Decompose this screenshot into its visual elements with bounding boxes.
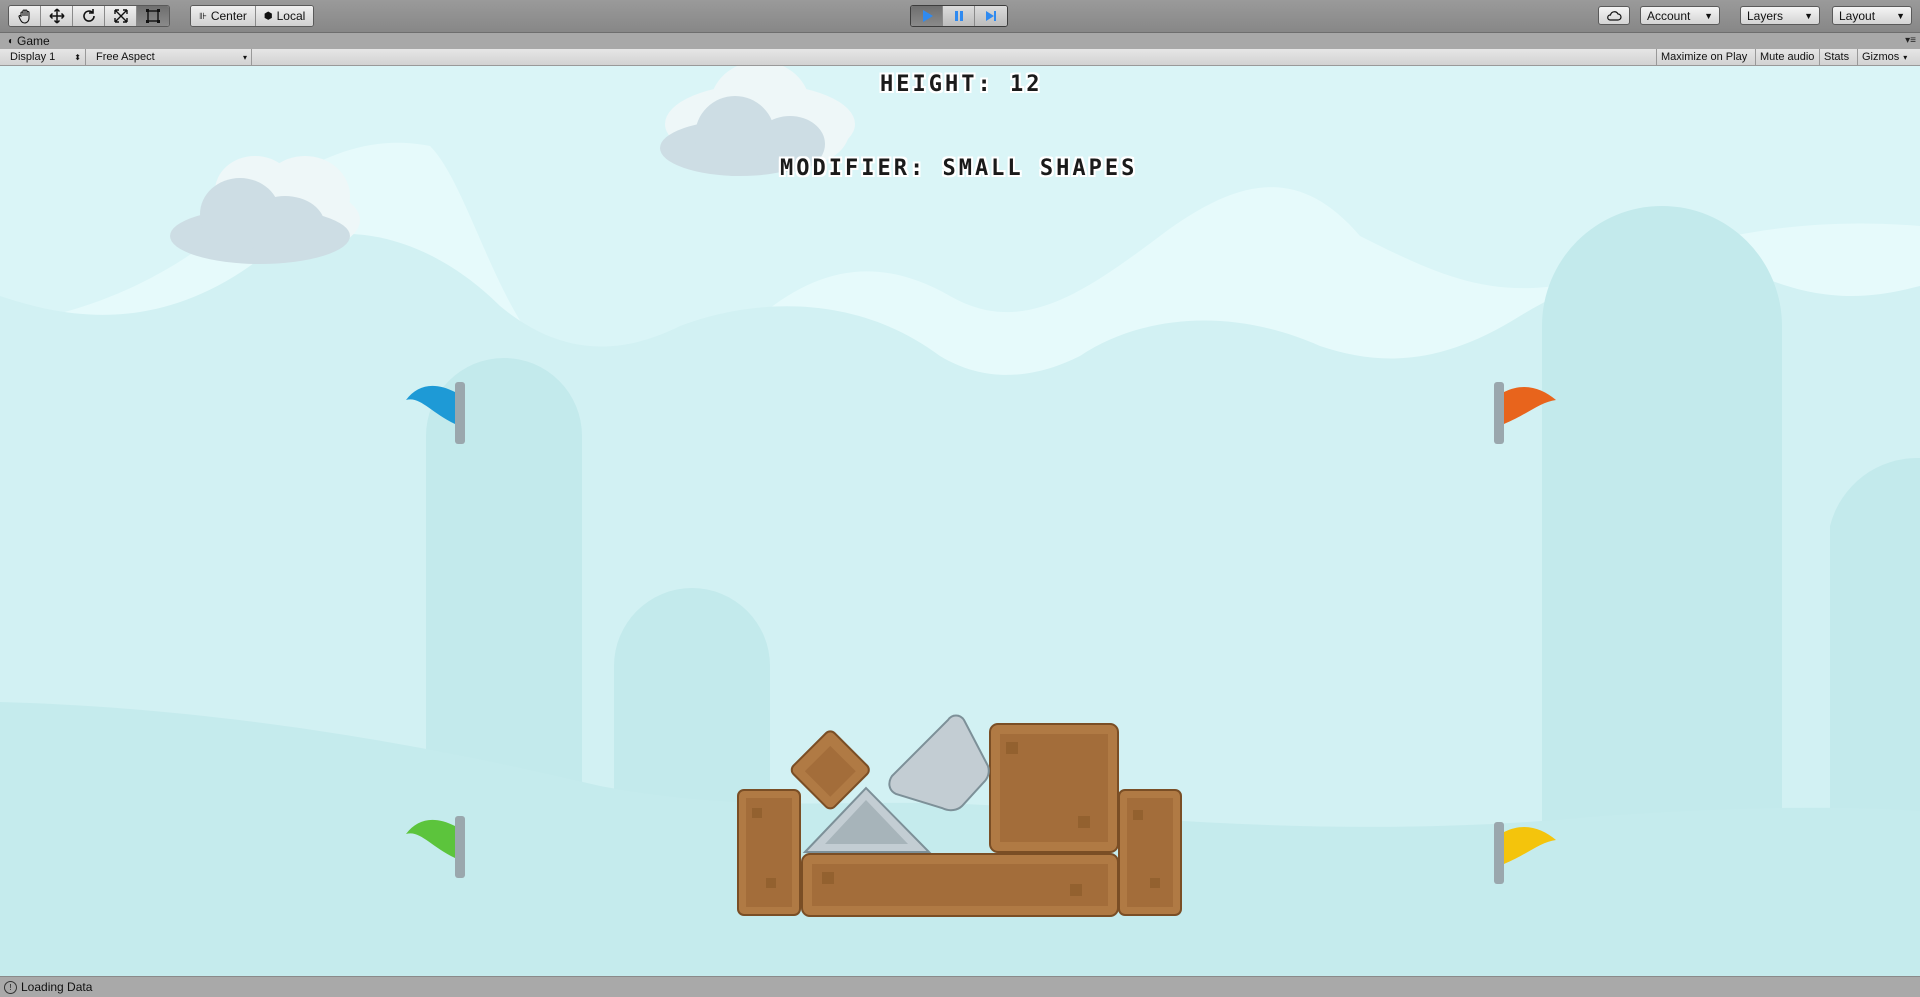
game-scene — [0, 66, 1920, 976]
transform-tools — [8, 5, 170, 27]
layout-label: Layout — [1839, 8, 1876, 23]
chevron-down-icon: ▾ — [1903, 52, 1908, 62]
stats-label: Stats — [1824, 51, 1850, 63]
chevron-down-icon: ▼ — [1704, 10, 1713, 21]
crate-left-tall — [737, 789, 801, 916]
gizmos-dropdown[interactable]: Gizmos ▾ — [1857, 49, 1911, 65]
modifier-label: MODIFIER: SMALL SHAPES — [780, 156, 1138, 181]
account-label: Account — [1647, 8, 1691, 23]
pivot-local-label: Local — [276, 9, 306, 23]
crate-right-tall — [1118, 789, 1182, 916]
play-button[interactable] — [911, 6, 943, 26]
maximize-label: Maximize on Play — [1661, 51, 1748, 63]
pause-button[interactable] — [943, 6, 975, 26]
game-icon: ◐ — [8, 35, 15, 47]
mute-audio-toggle[interactable]: Mute audio — [1755, 49, 1818, 65]
play-icon — [922, 10, 933, 22]
pivot-local-button[interactable]: ⬢ Local — [255, 6, 314, 26]
crate-big-square — [989, 723, 1119, 853]
gizmos-label: Gizmos — [1862, 51, 1900, 63]
game-view-toolbar: Display 1 ⬍ Free Aspect ▾ Maximize on Pl… — [0, 49, 1920, 66]
status-bar: ! Loading Data — [0, 976, 1920, 997]
local-space-icon: ⬢ — [263, 10, 273, 22]
step-icon — [986, 11, 996, 21]
updown-icon: ⬍ — [74, 52, 81, 62]
game-view[interactable]: HEIGHT: 12 MODIFIER: SMALL SHAPES — [0, 66, 1920, 976]
layers-dropdown[interactable]: Layers ▼ — [1740, 6, 1820, 25]
display-label: Display 1 — [10, 51, 56, 63]
pivot-center-label: Center — [210, 9, 247, 23]
height-counter: HEIGHT: 12 — [880, 72, 1043, 97]
chevron-down-icon: ▼ — [1804, 10, 1813, 21]
crate-base-plank — [801, 853, 1119, 917]
tab-game-label: Game — [17, 34, 50, 48]
pause-icon — [954, 11, 963, 21]
aspect-dropdown[interactable]: Free Aspect ▾ — [90, 49, 252, 65]
pivot-toggles: ⊪ Center ⬢ Local — [190, 5, 315, 27]
stats-toggle[interactable]: Stats — [1819, 49, 1853, 65]
account-dropdown[interactable]: Account ▼ — [1640, 6, 1720, 25]
maximize-on-play-toggle[interactable]: Maximize on Play — [1656, 49, 1751, 65]
hand-tool-icon[interactable] — [9, 6, 41, 26]
aspect-label: Free Aspect — [96, 51, 155, 63]
move-tool-icon[interactable] — [41, 6, 73, 26]
scale-tool-icon[interactable] — [105, 6, 137, 26]
status-text: Loading Data — [21, 980, 93, 994]
step-button[interactable] — [975, 6, 1007, 26]
chevron-down-icon: ▼ — [1896, 10, 1905, 21]
rect-tool-icon[interactable] — [137, 6, 169, 26]
panel-menu-icon[interactable]: ▾≡ — [1905, 35, 1916, 46]
mute-label: Mute audio — [1760, 51, 1815, 63]
tab-game[interactable]: ◐ Game — [4, 33, 54, 49]
pivot-center-button[interactable]: ⊪ Center — [191, 6, 256, 26]
cloud-icon — [1607, 10, 1622, 21]
pivot-center-icon: ⊪ — [199, 10, 207, 21]
panel-tab-bar: ◐ Game ▾≡ — [0, 33, 1920, 49]
playback-controls — [910, 5, 1008, 27]
info-icon: ! — [4, 980, 17, 994]
display-dropdown[interactable]: Display 1 ⬍ — [4, 49, 86, 65]
main-toolbar: ⊪ Center ⬢ Local Account ▼ Layers ▼ Layo… — [0, 0, 1920, 33]
layers-label: Layers — [1747, 8, 1784, 23]
layout-dropdown[interactable]: Layout ▼ — [1832, 6, 1912, 25]
chevron-down-icon: ▾ — [242, 52, 247, 62]
rotate-tool-icon[interactable] — [73, 6, 105, 26]
cloud-button[interactable] — [1598, 6, 1630, 25]
